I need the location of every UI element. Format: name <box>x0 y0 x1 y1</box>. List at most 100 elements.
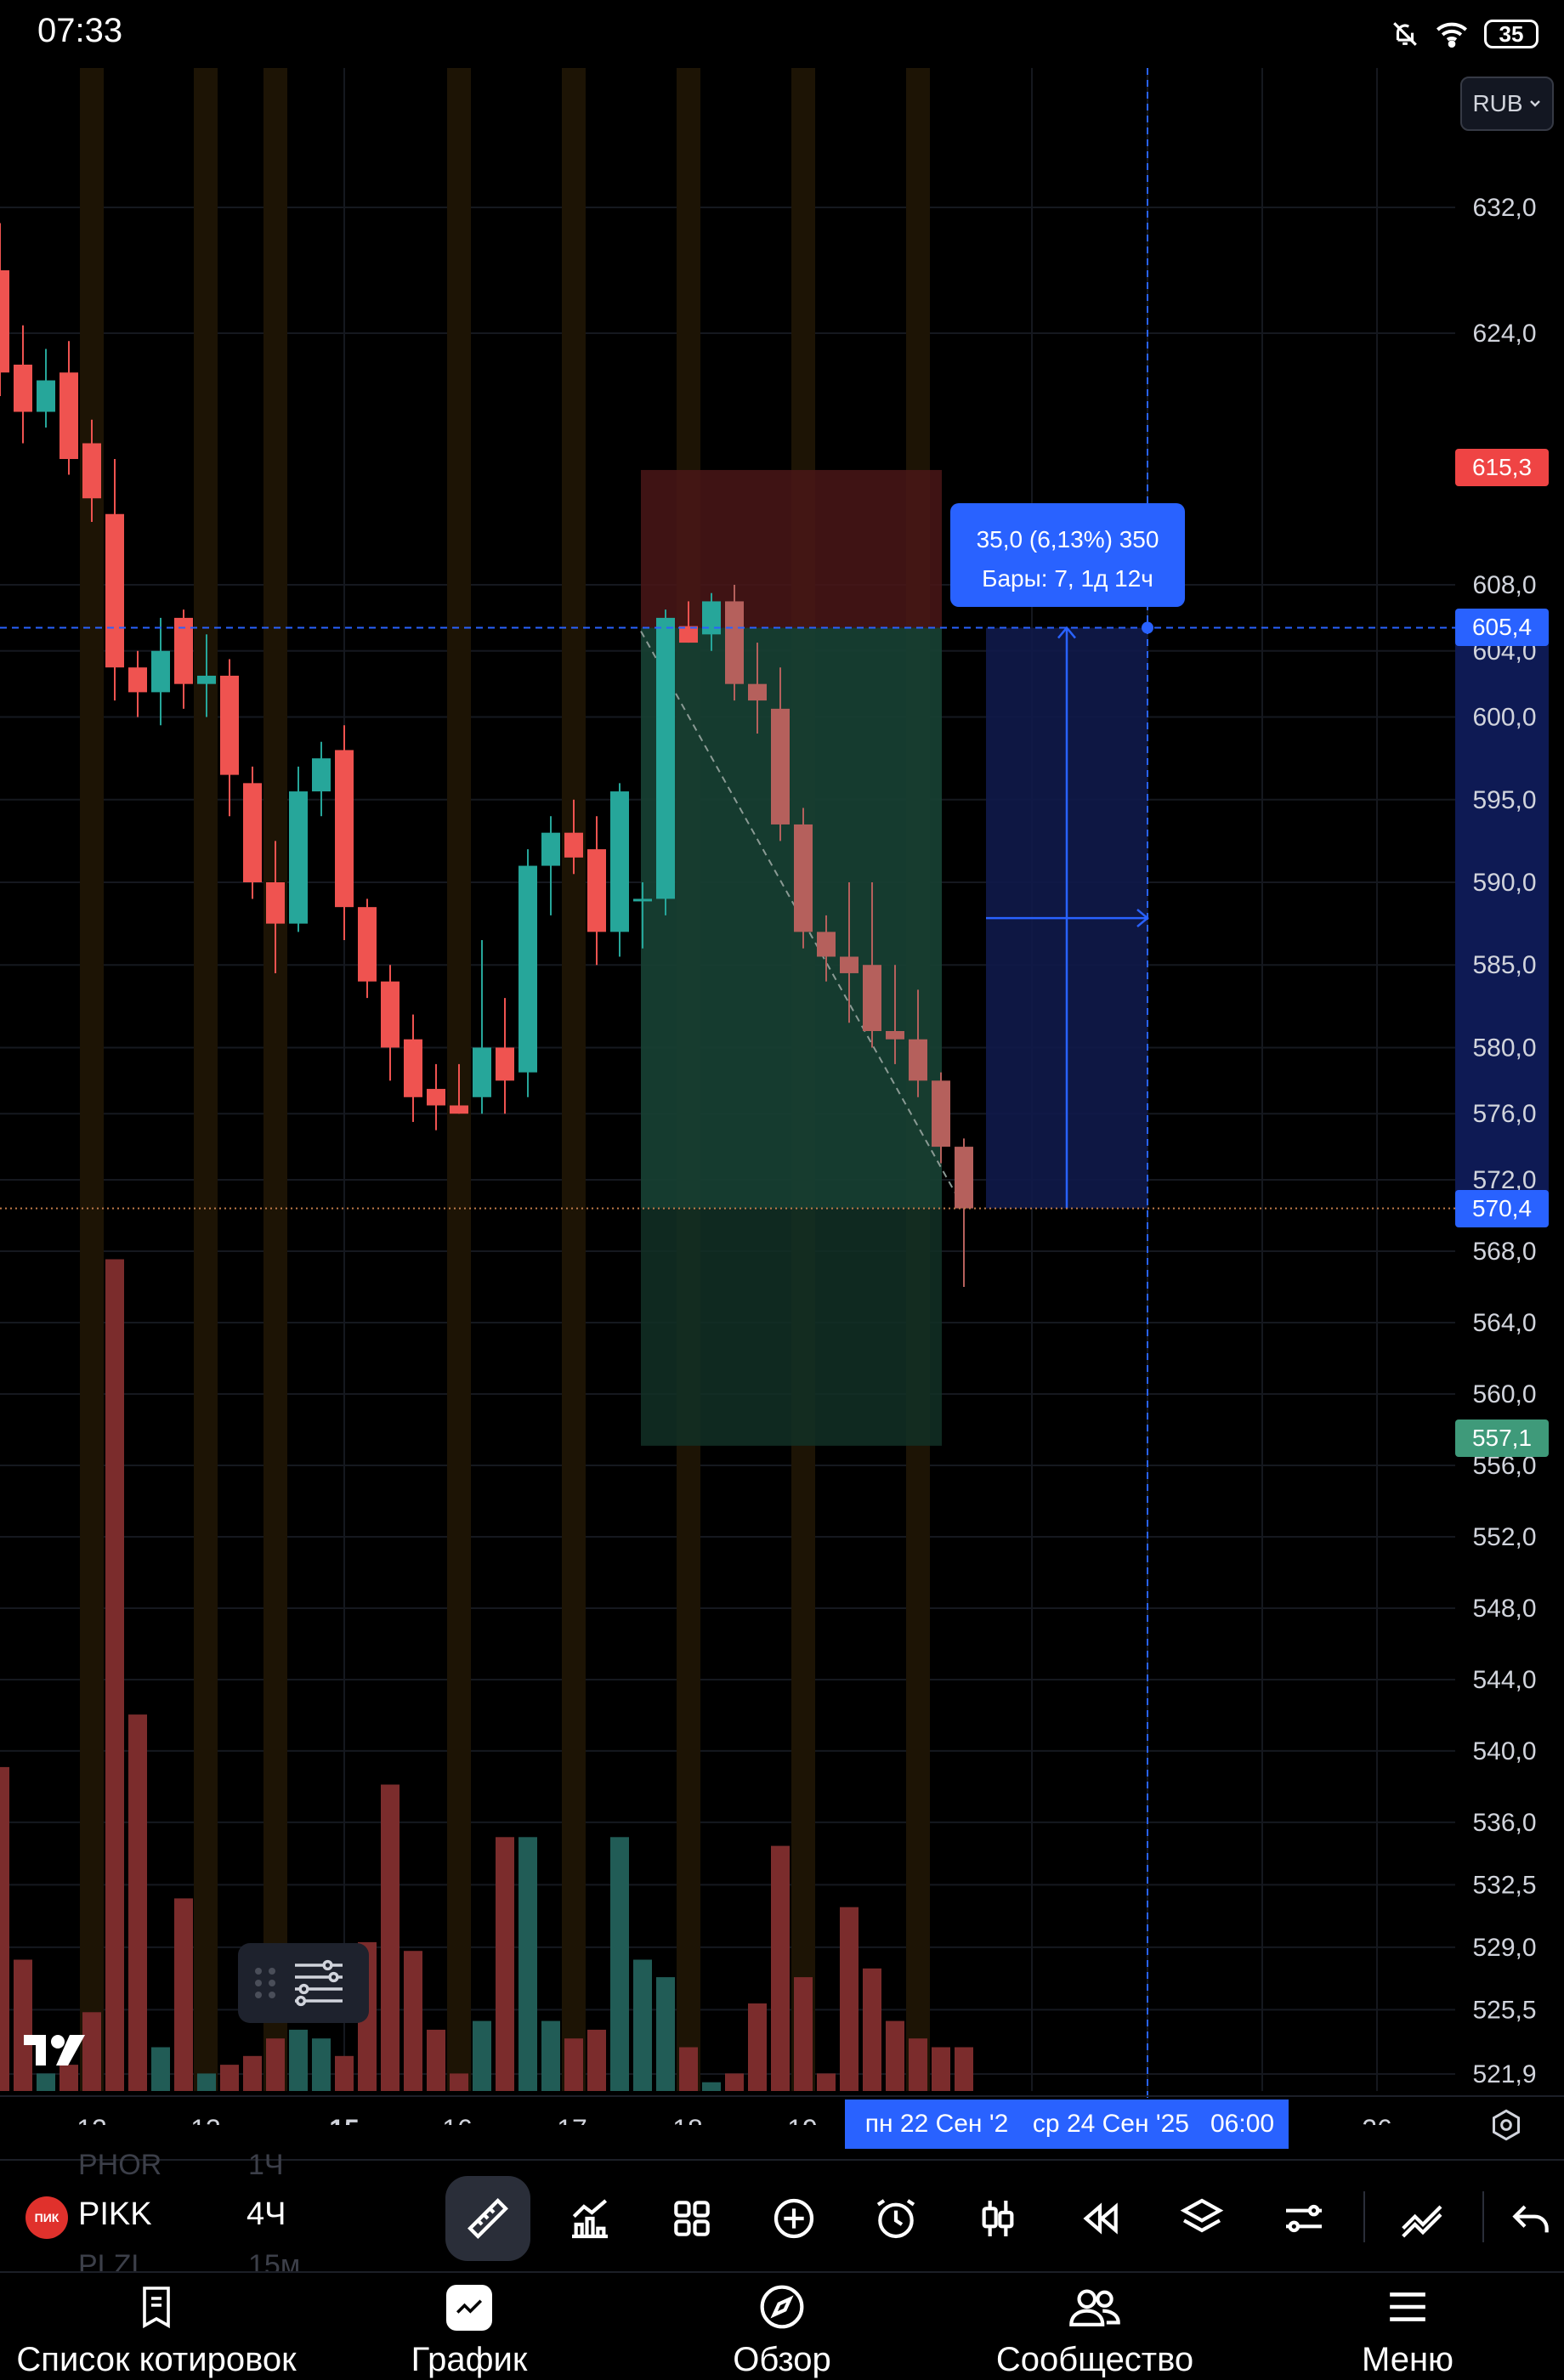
candle-body <box>725 601 744 684</box>
timeframe-label[interactable]: 4Ч <box>246 2196 286 2233</box>
layout-grid-icon <box>674 2201 710 2236</box>
object-tree-icon[interactable] <box>289 1958 348 2009</box>
price-axis-label: 568,0 <box>1472 1238 1536 1266</box>
candle-body <box>151 650 170 693</box>
chart-type-button[interactable] <box>955 2176 1040 2261</box>
volume-bar <box>817 2073 836 2091</box>
volume-bar <box>174 1898 193 2091</box>
volume-bar <box>473 2020 491 2091</box>
candle-body <box>358 907 377 982</box>
alert-button[interactable] <box>853 2176 938 2261</box>
nav-watchlist[interactable]: Список котировок <box>0 2273 313 2380</box>
drawings-button[interactable] <box>1380 2176 1465 2261</box>
volume-bar <box>427 2029 445 2091</box>
candle-body <box>886 1031 904 1040</box>
last-price-tag: 570,4 <box>1455 1190 1549 1227</box>
indicators-icon <box>572 2199 608 2239</box>
volume-bar <box>541 2020 560 2091</box>
volume-bar <box>289 2029 308 2091</box>
currency-selector[interactable]: RUB <box>1460 76 1554 131</box>
symbol-switcher[interactable]: PHOR 1Ч ПИК PIKK 4Ч PLZL 15м <box>0 2149 374 2281</box>
candle-body <box>381 981 400 1048</box>
session-stripe <box>80 68 104 2091</box>
chart-settings-button[interactable] <box>1261 2176 1346 2261</box>
watchlist-icon <box>143 2286 170 2329</box>
time-axis-label: 26 <box>1362 2114 1392 2125</box>
nav-explore[interactable]: Обзор <box>626 2273 938 2380</box>
candle-body <box>955 1147 973 1209</box>
candle-body <box>197 675 216 684</box>
price-axis-label: 632,0 <box>1472 194 1536 222</box>
candle-body <box>220 675 239 775</box>
layers-button[interactable] <box>1159 2176 1244 2261</box>
stop-zone <box>641 469 942 628</box>
price-chart[interactable]: 632,0624,0608,0604,0600,0595,0590,0585,0… <box>0 68 1564 2125</box>
volume-bar <box>381 1784 400 2091</box>
time-axis-label: 16 <box>442 2114 473 2125</box>
time-axis-label: 18 <box>672 2114 703 2125</box>
add-button[interactable] <box>751 2176 836 2261</box>
price-axis-label: 544,0 <box>1472 1666 1536 1694</box>
nav-community[interactable]: Сообщество <box>938 2273 1251 2380</box>
measure-change: 35,0 (6,13%) 350 <box>976 526 1159 552</box>
open-profit-zone <box>641 627 942 1209</box>
candle-body <box>0 270 9 373</box>
nav-menu[interactable]: Меню <box>1251 2273 1564 2380</box>
volume-bar <box>633 1959 652 2091</box>
volume-bar <box>748 2003 767 2091</box>
bell-off-icon <box>1393 22 1417 46</box>
candle-body <box>427 1089 445 1106</box>
volume-bar <box>266 2038 285 2091</box>
candle-body <box>450 1105 468 1114</box>
price-axis-label: 580,0 <box>1472 1034 1536 1062</box>
volume-bar <box>0 1766 9 2091</box>
alarm-icon <box>876 2199 915 2239</box>
candle-body <box>840 956 858 973</box>
menu-icon <box>1390 2292 1425 2321</box>
wifi-icon <box>1436 22 1467 48</box>
nav-chart[interactable]: График <box>313 2273 626 2380</box>
time-axis-label: 19 <box>787 2114 818 2125</box>
price-axis-label: 595,0 <box>1472 786 1536 814</box>
volume-bar <box>404 1951 422 2091</box>
floating-drawing-toolbar[interactable] <box>238 1943 369 2023</box>
price-axis-label: 540,0 <box>1472 1737 1536 1765</box>
price-axis-label: 536,0 <box>1472 1809 1536 1837</box>
candle-body <box>748 683 767 701</box>
candle-body <box>266 882 285 924</box>
chevron-down-icon <box>1529 100 1540 107</box>
price-axis-label: 576,0 <box>1472 1100 1536 1128</box>
candle-body <box>404 1039 422 1097</box>
replay-button[interactable] <box>1057 2176 1142 2261</box>
crosshair-point <box>1142 621 1153 634</box>
indicators-button[interactable] <box>547 2176 632 2261</box>
candle-body <box>633 898 652 902</box>
symbol-ticker[interactable]: PIKK <box>78 2196 152 2233</box>
session-stripe <box>194 68 218 2091</box>
price-axis-label: 521,9 <box>1472 2060 1536 2088</box>
tradingview-logo <box>24 2035 85 2066</box>
volume-bar <box>955 2047 973 2091</box>
volume-bar <box>564 2038 583 2091</box>
volume-bar <box>909 2038 927 2091</box>
prev-symbol-ghost: PHOR <box>78 2149 162 2181</box>
nav-watchlist-label: Список котировок <box>16 2341 297 2378</box>
candle-body <box>518 865 537 1073</box>
undo-button[interactable] <box>1501 2176 1561 2261</box>
nav-community-label: Сообщество <box>995 2341 1194 2378</box>
session-stripe <box>562 68 586 2091</box>
candle-body <box>541 832 560 866</box>
ruler-tool-button[interactable] <box>445 2176 530 2261</box>
price-axis-label: 529,0 <box>1472 1934 1536 1962</box>
chart-settings-icon[interactable] <box>1489 2108 1523 2142</box>
candle-body <box>817 932 836 957</box>
settings-sliders-icon <box>1286 2204 1322 2233</box>
price-axis-label: 548,0 <box>1472 1595 1536 1623</box>
candle-body <box>312 758 331 792</box>
symbol-logo: ПИК <box>26 2196 68 2239</box>
drag-handle-icon[interactable] <box>248 1958 282 2009</box>
price-axis-label: 560,0 <box>1472 1380 1536 1408</box>
layout-button[interactable] <box>649 2176 734 2261</box>
price-axis-label: 564,0 <box>1472 1309 1536 1337</box>
volume-bar <box>496 1837 514 2091</box>
